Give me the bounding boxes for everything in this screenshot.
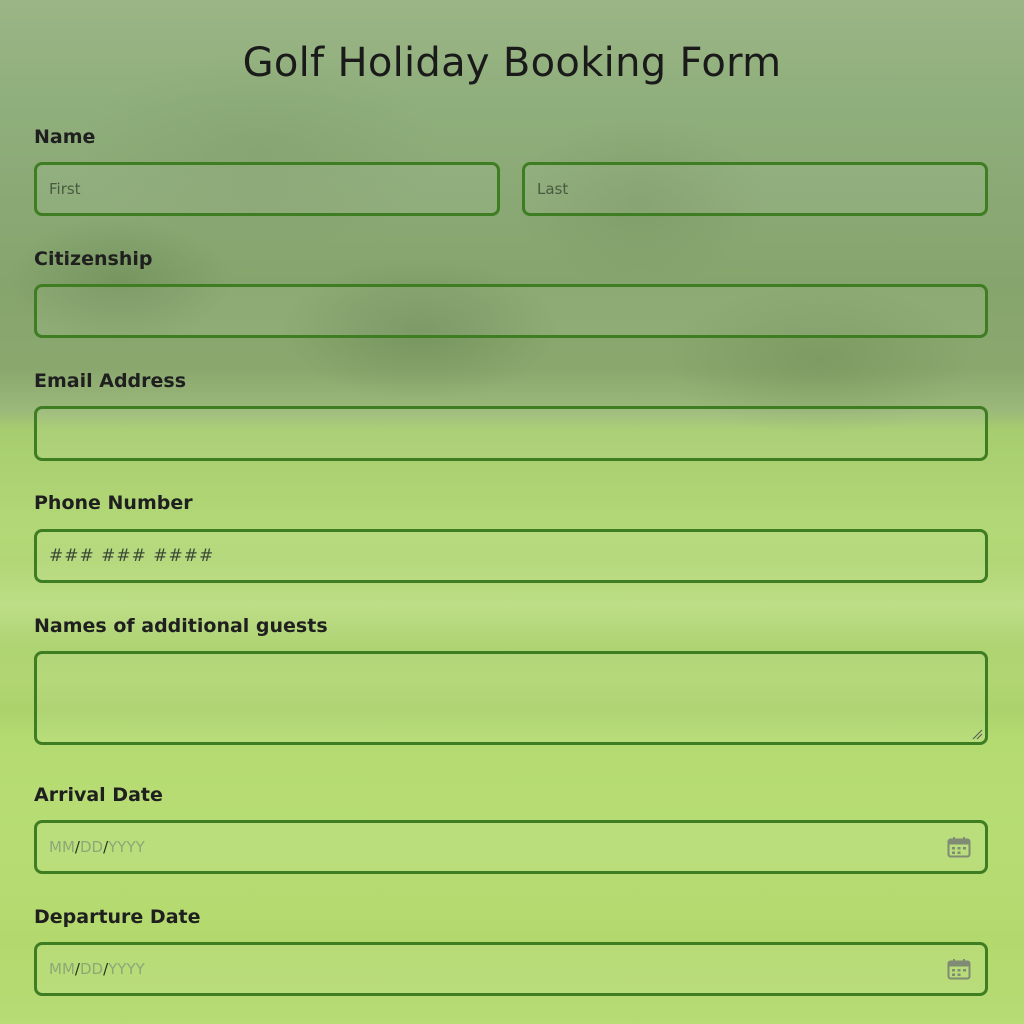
phone-placeholder: ### ### ####: [49, 546, 215, 566]
guests-textarea[interactable]: [34, 651, 988, 745]
guests-label: Names of additional guests: [34, 615, 328, 637]
departure-day: DD: [79, 960, 104, 978]
arrival-month: MM: [49, 838, 75, 856]
first-name-placeholder: First: [49, 180, 81, 198]
first-name-input[interactable]: First: [34, 162, 500, 216]
departure-date-input[interactable]: MM/DD/YYYY: [34, 942, 988, 996]
last-name-input[interactable]: Last: [522, 162, 988, 216]
resize-handle-icon[interactable]: [971, 728, 983, 740]
arrival-year: YYYY: [108, 838, 145, 856]
email-input[interactable]: [34, 406, 988, 461]
booking-form: Golf Holiday Booking Form Name First Las…: [0, 0, 1024, 1024]
form-title: Golf Holiday Booking Form: [242, 40, 782, 86]
last-name-placeholder: Last: [537, 180, 569, 198]
arrival-day: DD: [79, 838, 104, 856]
phone-label: Phone Number: [34, 492, 193, 514]
arrival-date-input[interactable]: MM/DD/YYYY: [34, 820, 988, 874]
departure-date-placeholder: MM/DD/YYYY: [49, 960, 145, 978]
name-label: Name: [34, 126, 96, 148]
departure-date-label: Departure Date: [34, 906, 201, 928]
email-label: Email Address: [34, 370, 187, 392]
departure-year: YYYY: [108, 960, 145, 978]
departure-month: MM: [49, 960, 75, 978]
phone-input[interactable]: ### ### ####: [34, 529, 988, 583]
calendar-icon[interactable]: [947, 836, 971, 858]
arrival-date-placeholder: MM/DD/YYYY: [49, 838, 145, 856]
citizenship-input[interactable]: [34, 284, 988, 338]
arrival-date-label: Arrival Date: [34, 784, 163, 806]
citizenship-label: Citizenship: [34, 248, 153, 270]
calendar-icon[interactable]: [947, 958, 971, 980]
